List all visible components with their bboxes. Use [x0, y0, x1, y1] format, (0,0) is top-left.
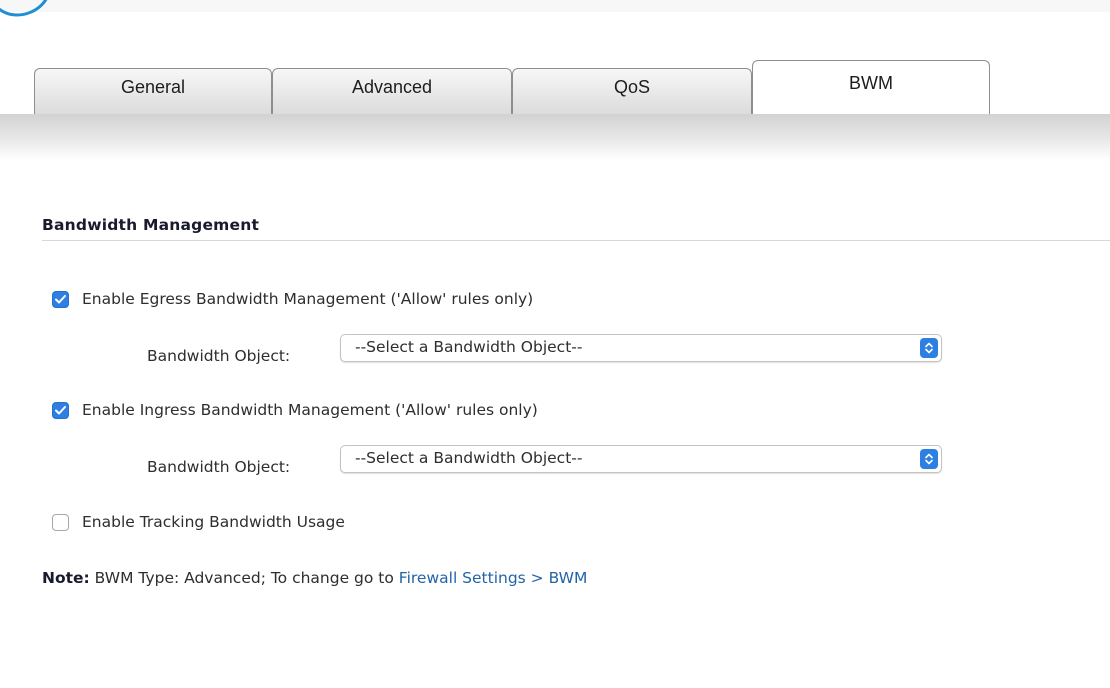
note-prefix: Note: [42, 569, 90, 587]
ingress-checkbox[interactable] [52, 401, 69, 419]
ingress-object-label: Bandwidth Object: [147, 458, 291, 476]
tracking-label: Enable Tracking Bandwidth Usage [82, 513, 345, 531]
up-down-chevron-icon [920, 449, 938, 469]
note-text: BWM Type: Advanced; To change go to [89, 569, 399, 587]
section-divider [42, 240, 1110, 241]
ingress-object-select[interactable]: --Select a Bandwidth Object-- [340, 445, 942, 473]
tracking-checkbox[interactable] [52, 513, 69, 531]
section-title: Bandwidth Management [42, 216, 260, 234]
egress-row: Enable Egress Bandwidth Management ('All… [52, 290, 533, 308]
egress-object-value: --Select a Bandwidth Object-- [355, 338, 583, 356]
checkmark-icon [55, 405, 66, 414]
ingress-row: Enable Ingress Bandwidth Management ('Al… [52, 401, 538, 419]
tab-bar: General Advanced QoS BWM [0, 60, 1110, 114]
ingress-object-value: --Select a Bandwidth Object-- [355, 449, 583, 467]
tab-advanced[interactable]: Advanced [272, 68, 512, 114]
checkmark-icon [55, 294, 66, 303]
firewall-settings-link[interactable]: Firewall Settings > BWM [399, 569, 588, 587]
egress-object-select[interactable]: --Select a Bandwidth Object-- [340, 334, 942, 362]
tab-qos[interactable]: QoS [512, 68, 752, 114]
ingress-label: Enable Ingress Bandwidth Management ('Al… [82, 401, 538, 419]
egress-checkbox[interactable] [52, 290, 69, 308]
up-down-chevron-icon [920, 338, 938, 358]
egress-object-label: Bandwidth Object: [147, 347, 291, 365]
bwm-note: Note: BWM Type: Advanced; To change go t… [42, 569, 587, 587]
tab-content-header [0, 114, 1110, 160]
tracking-row: Enable Tracking Bandwidth Usage [52, 513, 345, 531]
tab-general[interactable]: General [34, 68, 272, 114]
tab-bwm[interactable]: BWM [752, 60, 990, 114]
top-strip [0, 0, 1110, 12]
egress-label: Enable Egress Bandwidth Management ('All… [82, 290, 534, 308]
